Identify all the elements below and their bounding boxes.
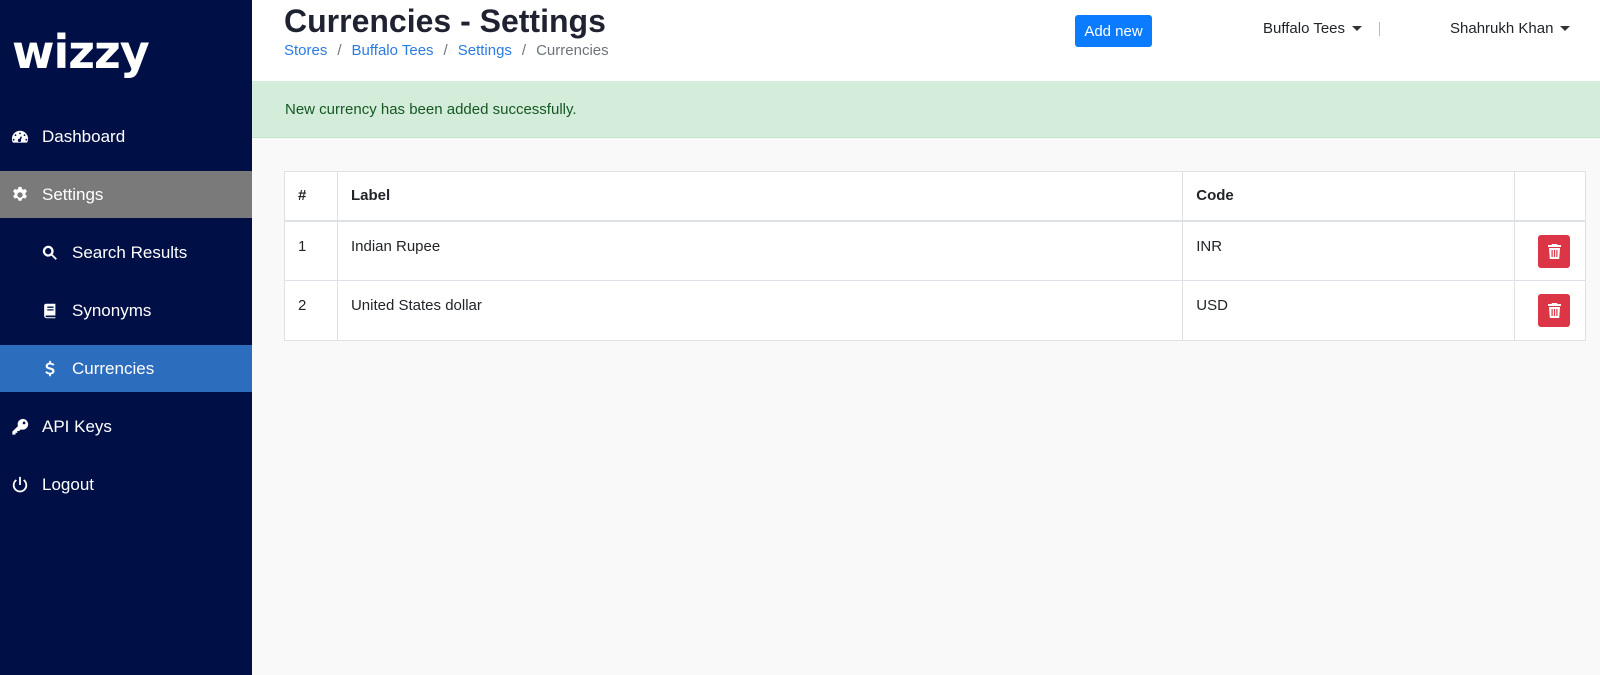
chevron-down-icon <box>1352 26 1363 31</box>
header-divider <box>1379 22 1380 36</box>
store-dropdown[interactable]: Buffalo Tees <box>1263 20 1363 37</box>
chevron-down-icon <box>1560 26 1571 31</box>
sidebar-item-currencies[interactable]: Currencies <box>0 345 252 392</box>
table-header-row: # Label Code <box>284 171 1586 222</box>
row-actions <box>1514 220 1586 281</box>
row-code: INR <box>1182 220 1516 281</box>
currencies-table: # Label Code 1 Indian Rupee INR 2 United… <box>284 171 1586 341</box>
sidebar-item-label: Search Results <box>72 242 188 262</box>
sidebar-item-label: API Keys <box>42 416 112 436</box>
sidebar-item-label: Logout <box>42 474 94 494</box>
column-header-code: Code <box>1182 171 1516 222</box>
sidebar: wizzy Dashboard Settings Search Results … <box>0 0 252 675</box>
brand-logo[interactable]: wizzy <box>12 22 172 82</box>
row-label: Indian Rupee <box>336 220 1184 281</box>
table-row: 2 United States dollar USD <box>284 280 1586 341</box>
user-dropdown[interactable]: Shahrukh Khan <box>1450 20 1571 37</box>
sidebar-item-logout[interactable]: Logout <box>0 461 252 508</box>
breadcrumb-current: Currencies <box>536 42 609 59</box>
top-header: Currencies - Settings Stores / Buffalo T… <box>252 0 1600 81</box>
column-header-actions <box>1514 171 1586 222</box>
sidebar-item-label: Synonyms <box>72 300 152 320</box>
sidebar-item-settings[interactable]: Settings <box>0 171 252 218</box>
column-header-number: # <box>284 171 338 222</box>
power-icon <box>10 475 30 495</box>
trash-icon <box>1547 243 1561 259</box>
row-number: 1 <box>284 220 338 281</box>
row-label: United States dollar <box>336 280 1184 341</box>
key-icon <box>10 417 30 437</box>
breadcrumb-separator: / <box>521 42 527 59</box>
dashboard-icon <box>10 127 30 147</box>
page-title: Currencies - Settings <box>284 3 606 39</box>
table-row: 1 Indian Rupee INR <box>284 220 1586 281</box>
add-new-button[interactable]: Add new <box>1075 15 1152 47</box>
user-dropdown-label: Shahrukh Khan <box>1450 20 1554 37</box>
sidebar-item-dashboard[interactable]: Dashboard <box>0 113 252 160</box>
trash-icon <box>1547 303 1561 318</box>
success-alert: New currency has been added successfully… <box>252 81 1600 138</box>
column-header-label: Label <box>336 171 1184 222</box>
sidebar-item-search-results[interactable]: Search Results <box>0 229 252 276</box>
gear-icon <box>10 185 30 205</box>
breadcrumb-settings[interactable]: Settings <box>458 42 512 59</box>
sidebar-item-label: Currencies <box>72 358 155 378</box>
dollar-icon <box>40 359 60 379</box>
sidebar-item-api-keys[interactable]: API Keys <box>0 403 252 450</box>
search-icon <box>40 243 60 263</box>
store-dropdown-label: Buffalo Tees <box>1263 20 1346 37</box>
delete-button[interactable] <box>1538 234 1570 268</box>
delete-button[interactable] <box>1538 294 1570 327</box>
row-code: USD <box>1182 280 1516 341</box>
sidebar-item-synonyms[interactable]: Synonyms <box>0 287 252 334</box>
breadcrumb-stores[interactable]: Stores <box>284 42 327 59</box>
breadcrumb-separator: / <box>337 42 342 59</box>
breadcrumb-separator: / <box>443 42 448 59</box>
breadcrumb-store[interactable]: Buffalo Tees <box>352 42 434 59</box>
row-number: 2 <box>284 280 338 341</box>
breadcrumb: Stores / Buffalo Tees / Settings / Curre… <box>284 42 609 59</box>
book-icon <box>40 301 60 321</box>
sidebar-item-label: Dashboard <box>42 126 126 146</box>
sidebar-item-label: Settings <box>42 184 104 204</box>
row-actions <box>1514 280 1586 341</box>
